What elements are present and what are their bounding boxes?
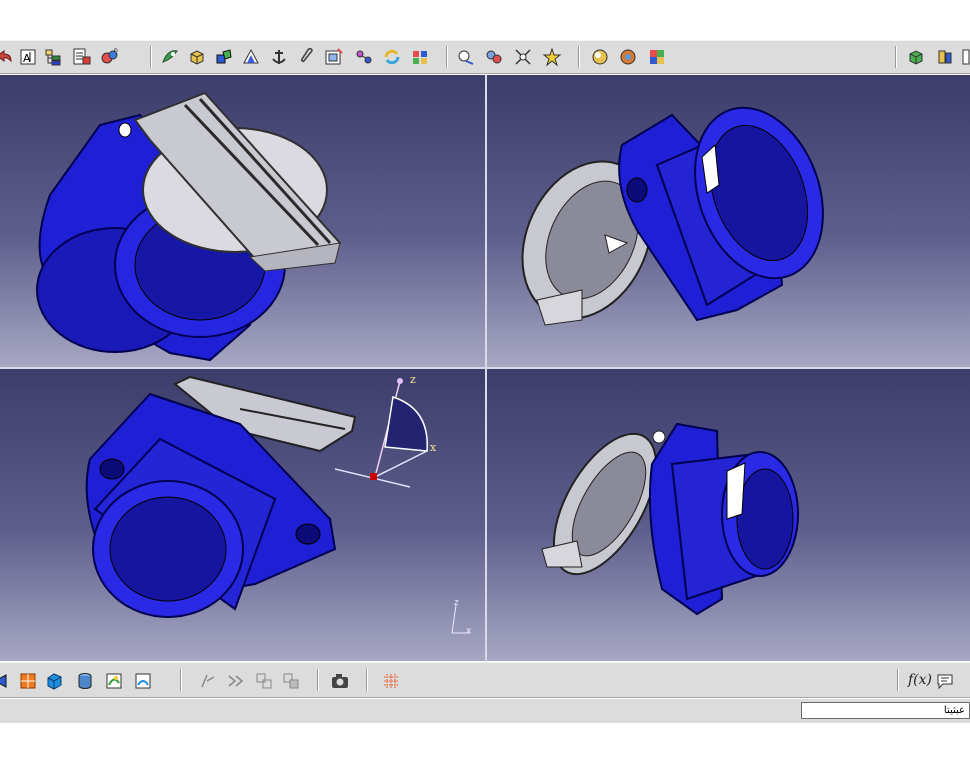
toolbar-separator	[180, 669, 182, 691]
toolbar-separator	[150, 46, 152, 68]
top-toolbar: A n	[0, 40, 970, 74]
svg-text:n: n	[114, 47, 118, 54]
toolbar-separator	[897, 669, 899, 691]
link-icon[interactable]	[354, 47, 374, 67]
grid-icon[interactable]	[381, 671, 401, 691]
toolbar-separator	[895, 46, 897, 68]
toolbar-separator	[317, 669, 319, 691]
viewport-bottom-right[interactable]	[487, 369, 970, 661]
anchor-icon[interactable]	[269, 47, 289, 67]
cylinder-icon[interactable]	[75, 671, 95, 691]
refresh-icon[interactable]	[382, 47, 402, 67]
axis-indicator	[451, 604, 470, 634]
materials-icon[interactable]	[590, 47, 610, 67]
viewport-bottom-left[interactable]: z x z x	[0, 369, 485, 661]
multi-color-icon[interactable]	[647, 47, 667, 67]
isometric-view-icon[interactable]	[935, 47, 955, 67]
edges-icon[interactable]	[133, 671, 153, 691]
fit-all-icon[interactable]	[187, 47, 207, 67]
swap-hide-show-icon[interactable]	[456, 47, 476, 67]
part-model-side-view	[541, 422, 799, 616]
zoom-area-icon[interactable]	[324, 47, 344, 67]
magic-wand-icon[interactable]	[513, 47, 533, 67]
render-style-icon[interactable]	[542, 47, 562, 67]
fly-mode-icon[interactable]	[160, 47, 180, 67]
part-model-rear-view	[521, 106, 824, 326]
paperclip-icon[interactable]	[297, 47, 317, 67]
rotate-view-icon[interactable]	[0, 671, 12, 691]
viewport-top-left[interactable]	[0, 75, 485, 367]
more-tools-icon[interactable]	[962, 47, 970, 67]
viewport-top-right[interactable]	[487, 75, 970, 367]
bottom-toolbar: f(x)	[0, 662, 970, 698]
pattern-2-icon[interactable]	[281, 671, 301, 691]
fit-view-icon[interactable]	[241, 47, 261, 67]
compass-triad[interactable]	[335, 369, 450, 494]
blue-cube-icon[interactable]	[44, 671, 64, 691]
toolbar-separator	[446, 46, 448, 68]
compass-z-label: z	[410, 373, 416, 386]
cube-view-icon[interactable]	[906, 47, 926, 67]
camera-icon[interactable]	[330, 671, 350, 691]
display-tree-icon[interactable]	[72, 47, 92, 67]
part-model-front-view	[36, 91, 342, 362]
compass-x-label: x	[430, 441, 437, 454]
undo-arrow-icon[interactable]	[0, 47, 14, 67]
hierarchy-tree-icon[interactable]	[43, 47, 63, 67]
orange-cube-icon[interactable]	[18, 671, 38, 691]
knowledge-advisor-icon[interactable]	[935, 671, 955, 691]
apply-color-icon[interactable]	[618, 47, 638, 67]
axis-indicator-z-label: z	[454, 598, 459, 608]
formula-icon[interactable]: f(x)	[908, 672, 932, 688]
viewport-divider-horizontal[interactable]	[0, 367, 970, 369]
normal-view-icon[interactable]	[214, 47, 234, 67]
hide-show-icon[interactable]	[484, 47, 504, 67]
sketcher-icon[interactable]	[198, 671, 218, 691]
constraint-icon[interactable]	[226, 671, 246, 691]
toolbar-separator	[578, 46, 580, 68]
toolbar-separator	[366, 669, 368, 691]
shading-icon[interactable]	[104, 671, 124, 691]
axis-indicator-x-label: x	[466, 626, 472, 636]
update-model-icon[interactable]: n	[100, 47, 120, 67]
text-annotation-icon[interactable]: A	[18, 47, 38, 67]
pattern-icon[interactable]	[254, 671, 274, 691]
quick-view-icon[interactable]	[410, 47, 430, 67]
command-input[interactable]	[801, 702, 970, 719]
